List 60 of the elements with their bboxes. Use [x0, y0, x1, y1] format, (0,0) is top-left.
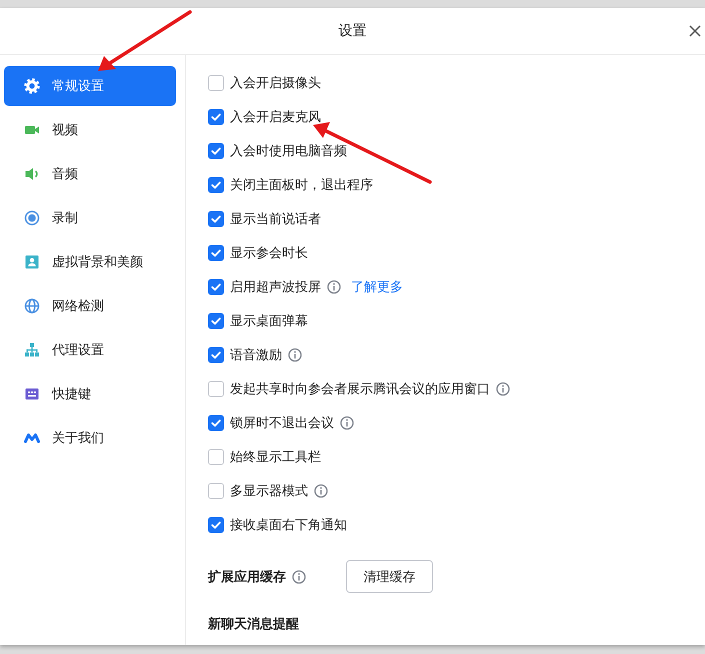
- checkmark-icon: [210, 417, 222, 429]
- sidebar-item[interactable]: 虚拟背景和美颜: [4, 242, 176, 282]
- checkbox[interactable]: [208, 177, 224, 193]
- option-label: 启用超声波投屏: [230, 279, 321, 296]
- checkbox[interactable]: [208, 109, 224, 125]
- speaker-icon: [24, 166, 40, 182]
- option-label: 显示参会时长: [230, 245, 308, 262]
- checkmark-icon: [210, 145, 222, 157]
- sidebar-item[interactable]: 音频: [4, 154, 176, 194]
- sidebar-item[interactable]: 录制: [4, 198, 176, 238]
- option-label: 发起共享时向参会者展示腾讯会议的应用窗口: [230, 381, 490, 398]
- sidebar-item[interactable]: 关于我们: [4, 418, 176, 458]
- sidebar-item[interactable]: 网络检测: [4, 286, 176, 326]
- checkmark-icon: [210, 281, 222, 293]
- checkbox[interactable]: [208, 211, 224, 227]
- checkbox[interactable]: [208, 75, 224, 91]
- checkbox[interactable]: [208, 483, 224, 499]
- clear-cache-button[interactable]: 清理缓存: [346, 560, 433, 593]
- checkmark-icon: [210, 519, 222, 531]
- option-label: 多显示器模式: [230, 483, 308, 500]
- option-label: 入会开启麦克风: [230, 109, 321, 126]
- checkbox[interactable]: [208, 313, 224, 329]
- option-label: 显示桌面弹幕: [230, 313, 308, 330]
- option-label: 入会开启摄像头: [230, 75, 321, 92]
- checkbox[interactable]: [208, 415, 224, 431]
- option-label: 锁屏时不退出会议: [230, 415, 334, 432]
- gear-icon: [24, 78, 40, 94]
- sidebar-item[interactable]: 常规设置: [4, 66, 176, 106]
- checkmark-icon: [210, 315, 222, 327]
- option-label: 接收桌面右下角通知: [230, 517, 347, 534]
- option-label: 入会时使用电脑音频: [230, 143, 347, 160]
- section-title: 扩展应用缓存: [208, 568, 286, 586]
- learn-more-link[interactable]: 了解更多: [351, 278, 403, 296]
- option-label: 关闭主面板时，退出程序: [230, 177, 373, 194]
- option-label: 始终显示工具栏: [230, 449, 321, 466]
- globe-icon: [24, 298, 40, 314]
- sidebar-item[interactable]: 视频: [4, 110, 176, 150]
- option-label: 显示当前说话者: [230, 211, 321, 228]
- checkbox[interactable]: [208, 279, 224, 295]
- checkmark-icon: [210, 247, 222, 259]
- close-icon[interactable]: [689, 25, 701, 37]
- record-icon: [24, 210, 40, 226]
- option-label: 语音激励: [230, 347, 282, 364]
- checkbox[interactable]: [208, 143, 224, 159]
- person-icon: [24, 254, 40, 270]
- window-title: 设置: [338, 22, 366, 40]
- checkmark-icon: [210, 349, 222, 361]
- checkbox[interactable]: [208, 449, 224, 465]
- sidebar-item[interactable]: 快捷键: [4, 374, 176, 414]
- checkbox[interactable]: [208, 517, 224, 533]
- checkmark-icon: [210, 179, 222, 191]
- checkmark-icon: [210, 213, 222, 225]
- network-icon: [24, 342, 40, 358]
- checkmark-icon: [210, 111, 222, 123]
- keyboard-icon: [24, 386, 40, 402]
- checkbox[interactable]: [208, 381, 224, 397]
- section-title: 新聊天消息提醒: [208, 617, 299, 632]
- checkbox[interactable]: [208, 347, 224, 363]
- checkbox[interactable]: [208, 245, 224, 261]
- sidebar-item[interactable]: 代理设置: [4, 330, 176, 370]
